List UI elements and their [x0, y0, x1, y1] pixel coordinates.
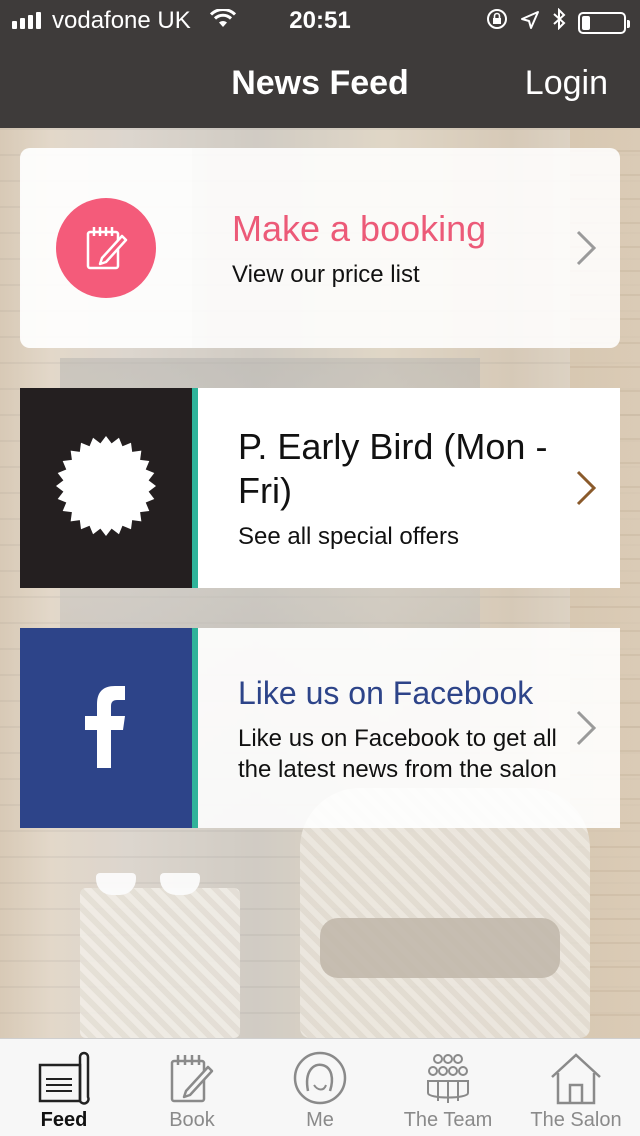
offer-thumbnail	[20, 388, 192, 588]
chevron-right-icon	[566, 708, 606, 748]
facebook-card[interactable]: Like us on Facebook Like us on Facebook …	[20, 628, 620, 828]
facebook-thumbnail	[20, 628, 192, 828]
chevron-right-icon	[566, 228, 606, 268]
booking-thumbnail	[20, 148, 192, 348]
tab-me[interactable]: Me	[256, 1039, 384, 1136]
facebook-subtitle: Like us on Facebook to get all the lates…	[238, 725, 557, 783]
wifi-icon	[209, 8, 237, 36]
signal-icon	[12, 12, 41, 29]
house-icon	[548, 1049, 604, 1107]
chevron-right-icon	[566, 468, 606, 508]
status-bar: vodafone UK 20:51	[0, 0, 640, 40]
tab-bar: Feed Book Me The Team The Salon	[0, 1038, 640, 1136]
tab-book[interactable]: Book	[128, 1039, 256, 1136]
tab-the-salon[interactable]: The Salon	[512, 1039, 640, 1136]
facebook-icon	[81, 684, 131, 773]
offer-subtitle: See all special offers	[238, 522, 460, 550]
login-button[interactable]: Login	[525, 64, 608, 103]
booking-subtitle: View our price list	[232, 260, 420, 288]
booking-title: Make a booking	[232, 207, 487, 249]
tab-label: Feed	[40, 1109, 88, 1131]
carrier-name: vodafone UK	[52, 7, 191, 34]
facebook-title: Like us on Facebook	[238, 675, 534, 711]
person-head-icon	[292, 1049, 348, 1107]
tab-label: Me	[306, 1109, 334, 1131]
bluetooth-icon	[552, 7, 566, 37]
tab-label: The Salon	[530, 1109, 622, 1131]
battery-icon	[578, 11, 630, 34]
location-icon	[520, 9, 540, 37]
tab-feed[interactable]: Feed	[0, 1039, 128, 1136]
special-offer-card[interactable]: P. Early Bird (Mon - Fri) See all specia…	[20, 388, 620, 588]
notepad-pencil-icon	[166, 1049, 218, 1107]
tab-label: Book	[169, 1109, 215, 1131]
navigation-bar: News Feed Login	[0, 40, 640, 128]
feed-scroll-icon	[38, 1049, 90, 1107]
tab-the-team[interactable]: The Team	[384, 1039, 512, 1136]
rotation-lock-icon	[486, 8, 508, 37]
notepad-pencil-icon	[56, 198, 156, 298]
tab-label: The Team	[403, 1109, 493, 1131]
offer-title: P. Early Bird (Mon - Fri)	[238, 425, 548, 511]
starburst-badge-icon	[54, 434, 158, 543]
group-icon	[420, 1049, 476, 1107]
make-booking-card[interactable]: Make a booking View our price list	[20, 148, 620, 348]
battery-level	[582, 15, 590, 30]
